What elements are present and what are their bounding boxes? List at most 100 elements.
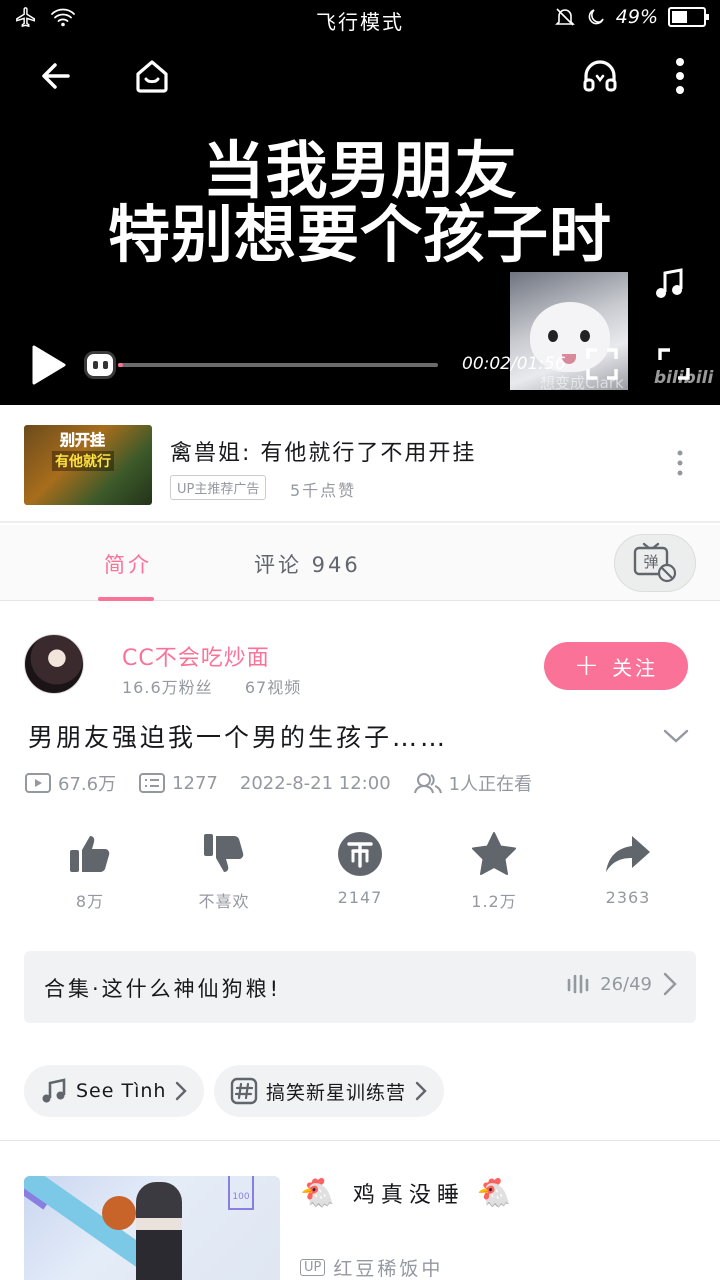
progress-bar[interactable] bbox=[118, 363, 438, 367]
ad-title[interactable]: 禽兽姐: 有他就行了不用开挂 bbox=[170, 435, 476, 467]
video-title: 男朋友强迫我一个男的生孩子…… bbox=[28, 723, 449, 752]
arrow-left-icon bbox=[42, 63, 70, 89]
video-caption-line2: 特别想要个孩子时 bbox=[107, 198, 612, 271]
moon-icon bbox=[588, 9, 604, 25]
favorite-count: 1.2万 bbox=[471, 892, 517, 911]
plus-icon: + bbox=[573, 648, 603, 683]
music-note-icon bbox=[656, 268, 683, 298]
playback-time: 00:02/01:56 bbox=[462, 354, 566, 374]
danmaku-count-value: 1277 bbox=[172, 772, 218, 794]
share-button[interactable]: 2363 bbox=[578, 830, 678, 907]
danmaku-toggle-button[interactable]: 弹 bbox=[614, 534, 696, 592]
bell-muted-icon bbox=[554, 8, 575, 26]
more-vertical-icon bbox=[677, 450, 683, 476]
more-vertical-icon bbox=[676, 58, 684, 94]
home-icon bbox=[136, 60, 168, 93]
star-icon bbox=[472, 832, 516, 875]
view-count-value: 67.6万 bbox=[58, 774, 117, 795]
music-button[interactable] bbox=[652, 266, 688, 302]
follow-button[interactable]: + 关注 bbox=[544, 642, 688, 690]
publish-date: 2022-8-21 12:00 bbox=[239, 772, 391, 794]
basketball bbox=[102, 1196, 136, 1230]
recommended-uploader[interactable]: UP 红豆稀饭中 bbox=[300, 1254, 443, 1280]
cat-eye-right bbox=[580, 330, 590, 342]
share-arrow-icon bbox=[606, 836, 650, 872]
tab-comments[interactable]: 评论 946 bbox=[254, 549, 361, 579]
share-count: 2363 bbox=[605, 888, 651, 907]
recommended-title-text: 鸡真没睡 bbox=[352, 1182, 465, 1208]
danmaku-off-icon: 弹 bbox=[633, 542, 677, 583]
music-note-icon bbox=[42, 1078, 66, 1103]
chicken-emoji-left: 🐔 bbox=[300, 1176, 341, 1209]
playlist-icon bbox=[567, 974, 589, 994]
play-count-icon bbox=[25, 773, 51, 793]
status-bar: 飞行模式 49% bbox=[0, 0, 720, 36]
headphones-icon bbox=[583, 60, 617, 92]
dislike-label: 不喜欢 bbox=[198, 892, 250, 911]
recommended-uploader-name: 红豆稀饭中 bbox=[333, 1258, 444, 1280]
listen-mode-button[interactable] bbox=[576, 52, 624, 100]
thumbs-down-icon bbox=[204, 834, 244, 872]
collection-title: 合集·这什么神仙狗粮! bbox=[44, 977, 282, 1001]
avatar[interactable] bbox=[24, 634, 84, 694]
music-tag-chip[interactable]: See Tình bbox=[24, 1065, 205, 1117]
recommended-title[interactable]: 🐔 鸡真没睡 🐔 bbox=[300, 1176, 518, 1209]
section-divider bbox=[0, 1140, 720, 1141]
chicken-emoji-right: 🐔 bbox=[476, 1176, 518, 1209]
chevron-right-icon bbox=[176, 1081, 188, 1101]
collection-count: 26/49 bbox=[600, 973, 652, 995]
fullscreen-button[interactable] bbox=[584, 346, 620, 382]
thumb-badge: 100 bbox=[228, 1176, 254, 1210]
topic-tag-chip[interactable]: 搞笑新星训练营 bbox=[214, 1065, 445, 1117]
uploader-fans: 16.6万粉丝 bbox=[122, 678, 213, 697]
tab-intro[interactable]: 简介 bbox=[104, 549, 152, 579]
collection-card[interactable]: 合集·这什么神仙狗粮! 26/49 bbox=[24, 951, 696, 1023]
danmaku-count: 1277 bbox=[138, 771, 218, 795]
ad-thumbnail[interactable]: 别开挂 有他就行 bbox=[24, 425, 152, 505]
tab-active-indicator bbox=[98, 597, 154, 601]
battery-percent: 49% bbox=[615, 6, 658, 28]
progress-handle[interactable] bbox=[84, 351, 116, 379]
chevron-right-icon bbox=[415, 1081, 427, 1101]
progress-fill bbox=[118, 363, 124, 367]
landscape-button[interactable] bbox=[656, 346, 692, 382]
video-caption-line1: 当我男朋友 bbox=[202, 134, 518, 207]
fullscreen-icon bbox=[586, 348, 618, 380]
favorite-button[interactable]: 1.2万 bbox=[444, 830, 544, 912]
uploader-videos: 67视频 bbox=[244, 678, 302, 697]
viewers-icon bbox=[413, 773, 442, 794]
promoted-ad[interactable]: 别开挂 有他就行 禽兽姐: 有他就行了不用开挂 UP主推荐广告 5千点赞 bbox=[0, 405, 720, 523]
coin-button[interactable]: 2147 bbox=[310, 830, 410, 907]
expand-description-button[interactable] bbox=[662, 722, 690, 750]
action-bar: 8万 不喜欢 2147 1.2万 2363 bbox=[24, 830, 696, 920]
video-player[interactable]: 飞行模式 49% 当我男朋友 特别想要个孩子时 想变成Clark bilibil… bbox=[0, 0, 720, 405]
back-button[interactable] bbox=[32, 52, 80, 100]
collection-progress: 26/49 bbox=[566, 971, 678, 997]
character-figure bbox=[136, 1182, 182, 1280]
dislike-button[interactable]: 不喜欢 bbox=[174, 830, 274, 912]
watching-now-value: 1人正在看 bbox=[448, 774, 533, 795]
chevron-right-icon bbox=[663, 972, 677, 996]
cat-eye-left bbox=[548, 330, 558, 342]
chevron-down-icon bbox=[663, 729, 689, 743]
play-button[interactable] bbox=[28, 345, 68, 385]
like-button[interactable]: 8万 bbox=[40, 830, 140, 912]
like-count: 8万 bbox=[75, 892, 105, 911]
music-tag-label: See Tình bbox=[76, 1080, 167, 1102]
more-button[interactable] bbox=[656, 52, 704, 100]
coin-icon bbox=[338, 832, 382, 876]
uploader-name[interactable]: CC不会吃炒面 bbox=[122, 640, 270, 672]
status-right: 49% bbox=[554, 6, 709, 28]
view-count: 67.6万 bbox=[24, 770, 116, 796]
recommended-thumbnail[interactable]: 100 bbox=[24, 1176, 280, 1280]
battery-fill bbox=[672, 11, 687, 23]
video-meta: 67.6万 1277 2022-8-21 12:00 1人正在看 bbox=[24, 770, 554, 796]
detail-tabs: 简介 评论 946 弹 bbox=[0, 525, 720, 601]
thumbs-up-icon bbox=[70, 836, 110, 872]
danmaku-glyph: 弹 bbox=[643, 553, 658, 571]
ad-thumb-text1: 别开挂 bbox=[60, 431, 106, 450]
ad-more-button[interactable] bbox=[668, 448, 692, 478]
coin-count: 2147 bbox=[337, 888, 383, 907]
home-button[interactable] bbox=[128, 52, 176, 100]
watching-now: 1人正在看 bbox=[413, 770, 532, 796]
